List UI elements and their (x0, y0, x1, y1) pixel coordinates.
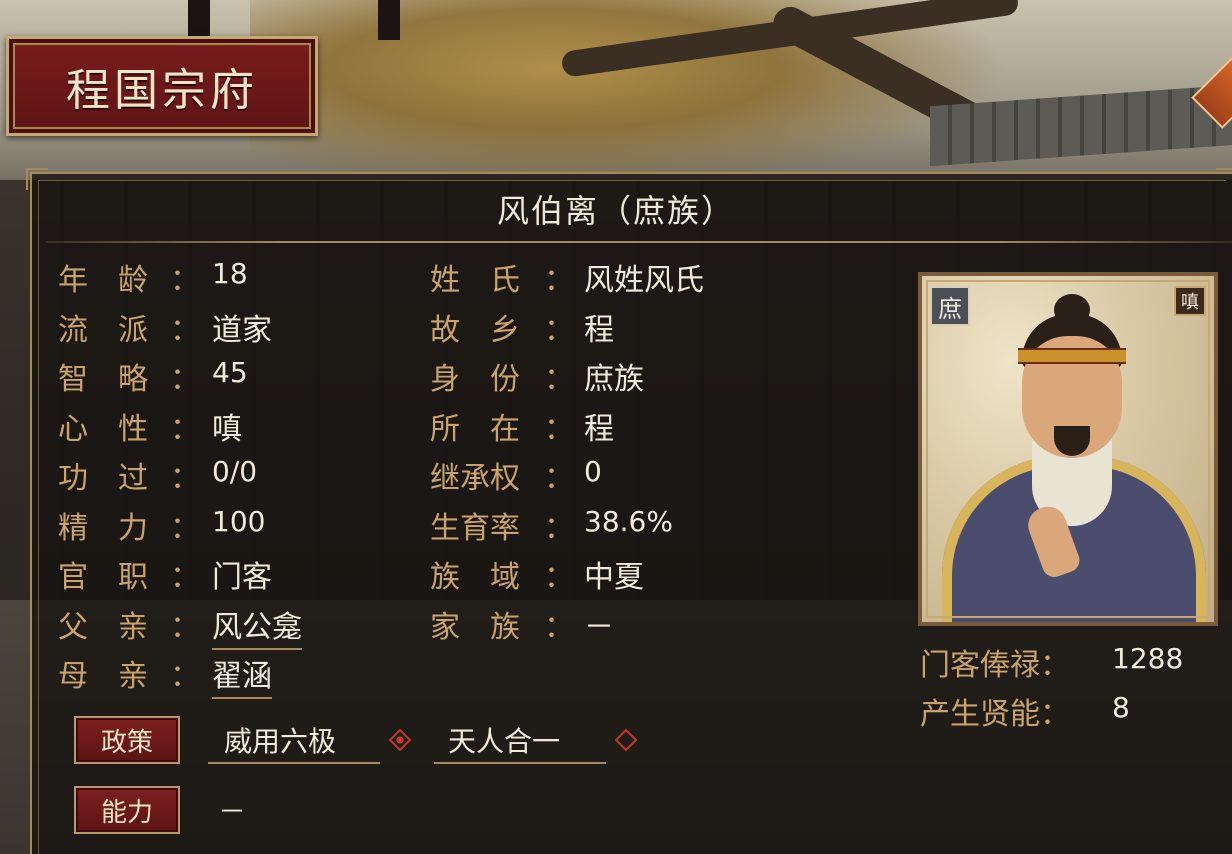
attr-label: 流 派 (58, 312, 148, 348)
attr-colon: ： (544, 362, 574, 397)
attr-colon: ： (544, 510, 574, 546)
attr-value: 程 (584, 312, 614, 348)
banner-pole (188, 0, 210, 40)
attr-value: － (584, 609, 614, 645)
retainer-salary-label: 门客俸禄： (920, 648, 1070, 683)
parent-name-link[interactable]: 风公龛 (212, 602, 302, 650)
character-portrait: 庶 嗔 (918, 272, 1218, 626)
attr-value: 18 (212, 257, 248, 290)
talent-output-value: 8 (1112, 691, 1130, 724)
character-name: 风伯离（庶族） (496, 192, 735, 230)
policy-button[interactable]: 政策 (74, 716, 180, 764)
attr-value: 100 (212, 504, 266, 538)
attr-label: 功 过 (58, 461, 148, 496)
attr-colon: ： (170, 411, 200, 447)
attr-value: 0/0 (212, 455, 258, 488)
attr-label: 智 略 (58, 362, 148, 397)
attr-colon: ： (544, 461, 574, 496)
attr-colon: ： (170, 510, 200, 546)
attr-value: 45 (212, 356, 248, 389)
talent-output-label: 产生贤能： (920, 697, 1070, 732)
portrait-frame (926, 280, 1210, 618)
attr-label: 官 职 (58, 560, 148, 595)
attr-colon: ： (544, 609, 574, 645)
banner-pole (378, 0, 400, 40)
attr-colon: ： (544, 560, 574, 595)
attr-value: 道家 (212, 312, 272, 348)
title-plaque: 程国宗府 (6, 36, 318, 136)
attr-label: 精 力 (58, 510, 148, 546)
attr-value: 嗔 (212, 411, 242, 447)
policy-name: 威用六极 (224, 725, 337, 758)
page-title: 程国宗府 (66, 65, 258, 116)
attr-value: 程 (584, 411, 614, 447)
policy-item[interactable]: 天人合一 (434, 718, 606, 764)
attr-colon: ： (170, 609, 200, 645)
attr-colon: ： (170, 560, 200, 595)
attr-label: 心 性 (58, 411, 148, 447)
policy-name: 天人合一 (448, 725, 561, 758)
temperament-badge: 嗔 (1174, 286, 1206, 316)
attr-colon: ： (544, 263, 574, 298)
attr-label: 所 在 (430, 411, 520, 447)
attr-value: 38.6% (584, 504, 673, 538)
retainer-salary-value: 1288 (1112, 642, 1184, 675)
policy-item[interactable]: 威用六极 (208, 718, 380, 764)
attr-label: 父 亲 (58, 609, 148, 645)
class-badge: 庶 (930, 286, 970, 326)
ability-button[interactable]: 能力 (74, 786, 180, 834)
attr-label: 年 龄 (58, 263, 148, 298)
attr-value: 风姓风氏 (584, 263, 704, 298)
attr-label: 生育率 (430, 510, 520, 546)
ability-value: － (218, 795, 247, 828)
attr-value: 中夏 (584, 560, 644, 595)
attr-colon: ： (170, 312, 200, 348)
attr-value: 0 (584, 455, 602, 488)
attr-label: 母 亲 (58, 659, 148, 694)
attr-label: 身 份 (430, 362, 520, 397)
attr-colon: ： (170, 263, 200, 298)
attr-colon: ： (544, 312, 574, 348)
attr-colon: ： (170, 461, 200, 496)
attr-colon: ： (170, 659, 200, 694)
attr-label: 族 域 (430, 560, 520, 595)
attr-colon: ： (170, 362, 200, 397)
attr-colon: ： (544, 411, 574, 447)
divider (46, 241, 1232, 243)
parent-name-link[interactable]: 翟涵 (212, 651, 272, 699)
attr-value: 门客 (212, 560, 272, 595)
attr-label: 故 乡 (430, 312, 520, 348)
attr-label: 姓 氏 (430, 263, 520, 298)
attr-label: 继承权 (430, 461, 520, 496)
attr-value: 庶族 (584, 362, 644, 397)
attr-label: 家 族 (430, 609, 520, 645)
